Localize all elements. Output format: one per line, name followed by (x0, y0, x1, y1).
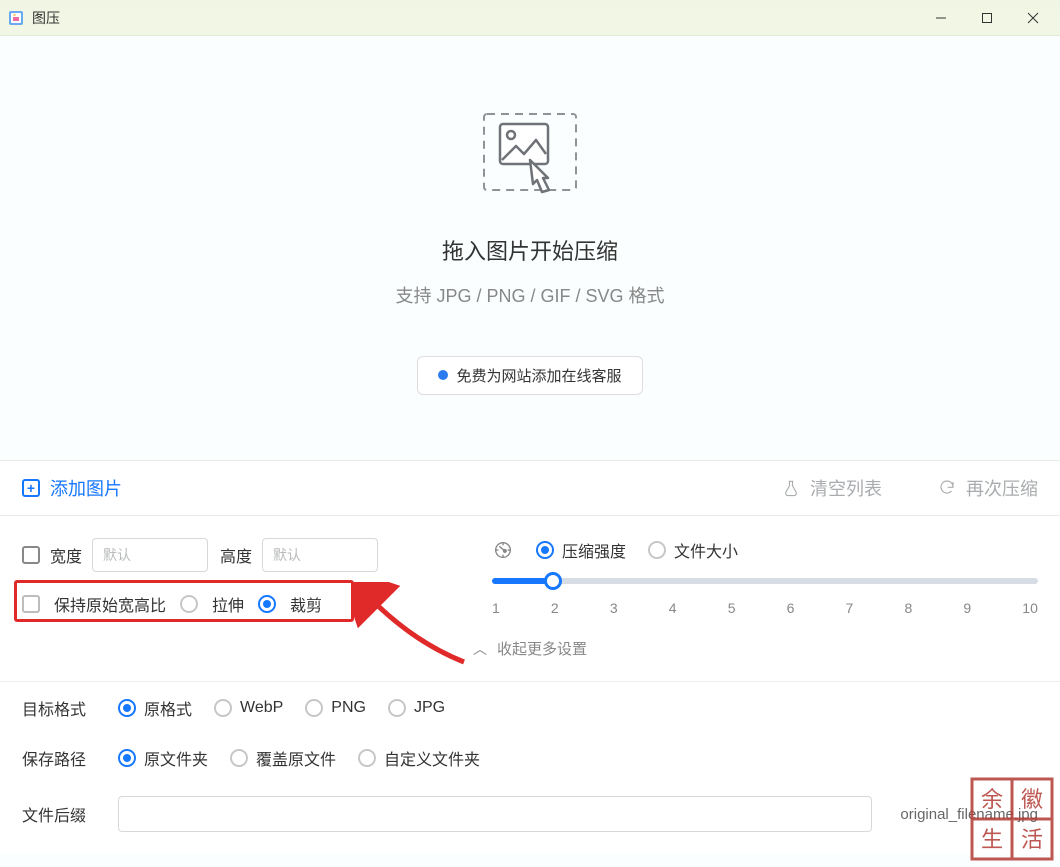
dropzone-image-icon (470, 102, 590, 202)
settings-panel: 宽度 高度 保持原始宽高比 拉伸 裁剪 压缩强度 (0, 516, 1060, 681)
keep-ratio-label: 保持原始宽高比 (54, 592, 166, 616)
format-png-radio[interactable] (305, 699, 323, 717)
save-path-row: 保存路径 原文件夹 覆盖原文件 自定义文件夹 (22, 746, 1038, 770)
stretch-radio[interactable] (180, 595, 198, 613)
dropzone-subtitle: 支持 JPG / PNG / GIF / SVG 格式 (395, 282, 664, 308)
recompress-label: 再次压缩 (966, 475, 1038, 501)
window-close-button[interactable] (1010, 0, 1056, 36)
window-minimize-button[interactable] (918, 0, 964, 36)
clear-list-label: 清空列表 (810, 475, 882, 501)
filesize-radio[interactable] (648, 541, 666, 559)
plus-icon: + (22, 479, 40, 497)
width-input[interactable] (92, 538, 208, 572)
dropzone-title: 拖入图片开始压缩 (442, 234, 618, 266)
size-column: 宽度 高度 保持原始宽高比 拉伸 裁剪 (22, 538, 462, 616)
watermark-seal: 余 徽 生 活 (970, 777, 1054, 861)
window-title: 图压 (32, 8, 60, 28)
promo-dot-icon (438, 370, 448, 380)
suffix-input[interactable] (118, 796, 872, 832)
toolbar: + 添加图片 清空列表 再次压缩 (0, 460, 1060, 516)
save-overwrite-radio[interactable] (230, 749, 248, 767)
width-label: 宽度 (50, 543, 82, 567)
svg-text:活: 活 (1021, 827, 1043, 852)
expand-icon (22, 546, 40, 564)
add-image-button[interactable]: + 添加图片 (22, 475, 122, 501)
flask-icon (782, 479, 800, 497)
format-row: 目标格式 原格式 WebP PNG JPG (22, 696, 1038, 720)
crop-radio[interactable] (258, 595, 276, 613)
keep-ratio-checkbox[interactable] (22, 595, 40, 613)
compress-column: 压缩强度 文件大小 12345678910 (492, 538, 1038, 616)
svg-text:徽: 徽 (1021, 787, 1043, 812)
crop-label: 裁剪 (290, 592, 322, 616)
collapse-settings-toggle[interactable]: ︿ 收起更多设置 (22, 638, 1038, 659)
quality-label: 压缩强度 (562, 538, 626, 562)
promo-label: 免费为网站添加在线客服 (456, 365, 621, 386)
chevron-up-icon: ︿ (473, 639, 487, 659)
add-image-label: 添加图片 (50, 475, 122, 501)
slider-ticks: 12345678910 (492, 600, 1038, 616)
target-icon (492, 539, 514, 561)
height-label: 高度 (220, 543, 252, 567)
refresh-icon (938, 479, 956, 497)
suffix-row: 文件后缀 original_filename.jpg (22, 796, 1038, 832)
window-maximize-button[interactable] (964, 0, 1010, 36)
filesize-label: 文件大小 (674, 538, 738, 562)
titlebar: 图压 (0, 0, 1060, 36)
clear-list-button[interactable]: 清空列表 (782, 475, 882, 501)
svg-text:余: 余 (981, 787, 1003, 812)
save-label: 保存路径 (22, 746, 96, 770)
save-original-dir-radio[interactable] (118, 749, 136, 767)
dropzone[interactable]: 拖入图片开始压缩 支持 JPG / PNG / GIF / SVG 格式 免费为… (0, 36, 1060, 460)
format-jpg-radio[interactable] (388, 699, 406, 717)
format-original-radio[interactable] (118, 699, 136, 717)
save-custom-radio[interactable] (358, 749, 376, 767)
promo-button[interactable]: 免费为网站添加在线客服 (417, 356, 642, 395)
collapse-label: 收起更多设置 (497, 638, 587, 659)
height-input[interactable] (262, 538, 378, 572)
svg-text:生: 生 (981, 827, 1003, 852)
quality-radio[interactable] (536, 541, 554, 559)
format-label: 目标格式 (22, 696, 96, 720)
stretch-label: 拉伸 (212, 592, 244, 616)
recompress-button[interactable]: 再次压缩 (938, 475, 1038, 501)
quality-slider[interactable]: 12345678910 (492, 578, 1038, 616)
format-webp-radio[interactable] (214, 699, 232, 717)
output-panel: 目标格式 原格式 WebP PNG JPG 保存路径 原文件夹 覆盖原文件 自定… (0, 681, 1060, 854)
suffix-label: 文件后缀 (22, 802, 96, 826)
app-icon (8, 10, 24, 26)
